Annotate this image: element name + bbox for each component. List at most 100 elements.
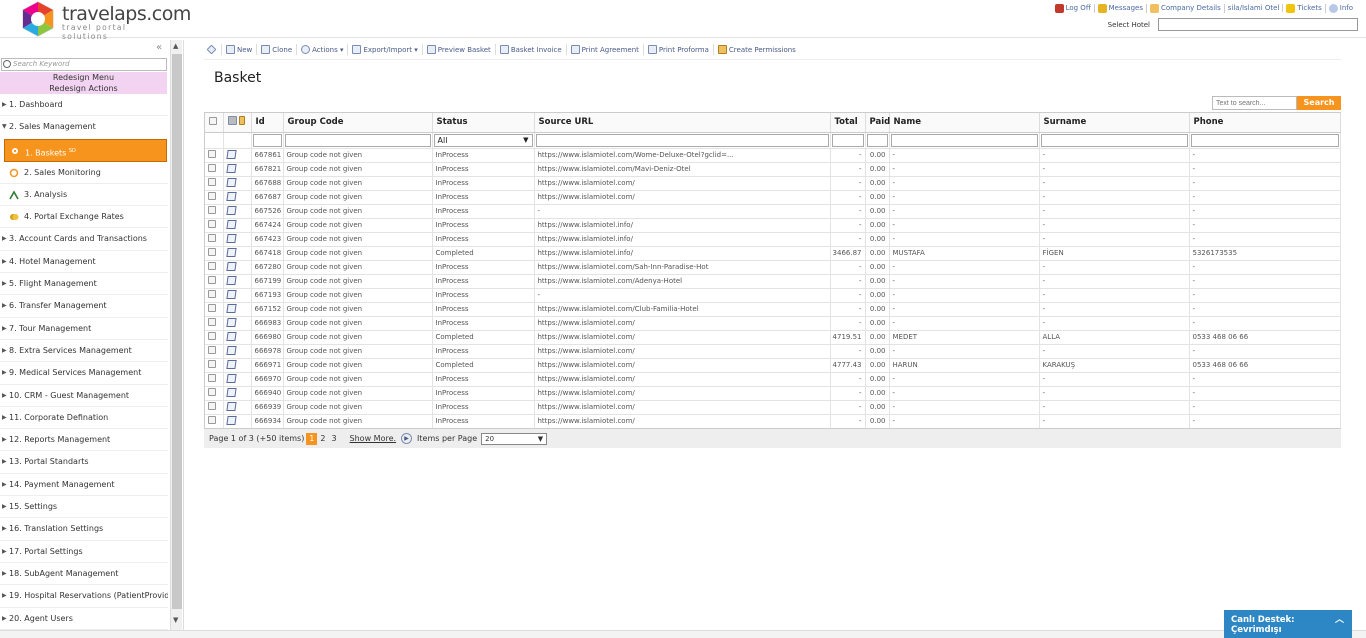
select-all-header[interactable] [205, 113, 224, 133]
sidebar-item-crm[interactable]: ▶ 10. CRM - Guest Management [0, 385, 168, 407]
collapse-sidebar-icon[interactable]: « [156, 42, 162, 53]
row-checkbox[interactable] [208, 388, 216, 396]
print-proforma-button[interactable]: Print Proforma [644, 44, 714, 55]
sidebar-item-transfer-management[interactable]: ▶ 6. Transfer Management [0, 295, 168, 318]
column-header-total[interactable]: Total [830, 113, 866, 133]
row-checkbox[interactable] [208, 150, 216, 158]
select-all-checkbox[interactable] [209, 116, 217, 125]
column-header-source-url[interactable]: Source URL [534, 113, 831, 133]
page-2-button[interactable]: 2 [317, 434, 328, 443]
sidebar-item-account-cards[interactable]: ▶ 3. Account Cards and Transactions [0, 228, 168, 251]
grid-search-input[interactable] [1212, 96, 1297, 110]
edit-icon[interactable] [225, 233, 237, 243]
edit-icon[interactable] [225, 219, 237, 229]
edit-icon[interactable] [225, 149, 237, 159]
edit-icon[interactable] [225, 177, 237, 187]
sidebar-item-medical-services[interactable]: ▶ 9. Medical Services Management [0, 362, 168, 385]
edit-icon[interactable] [225, 331, 237, 341]
redesign-actions-link[interactable]: Redesign Actions [0, 83, 167, 94]
filter-name-input[interactable] [890, 133, 1038, 147]
sidebar-subitem-baskets[interactable]: 1. Baskets SD [4, 138, 167, 162]
filter-source-url-input[interactable] [535, 133, 829, 147]
sidebar-scrollbar[interactable]: ▲ ▼ [170, 40, 182, 630]
search-keyword-input[interactable]: Search Keyword [1, 58, 167, 71]
row-checkbox[interactable] [208, 332, 216, 340]
column-header-status[interactable]: Status [432, 113, 535, 133]
table-row[interactable]: 666934 Group code not given InProcess https… [205, 414, 1341, 429]
print-agreement-button[interactable]: Print Agreement [567, 44, 644, 55]
table-row[interactable]: 667193 Group code not given InProcess - -0.0… [205, 288, 1341, 303]
edit-icon[interactable] [225, 247, 237, 257]
edit-icon[interactable] [225, 303, 237, 313]
edit-icon[interactable] [225, 387, 237, 397]
export-import-button[interactable]: Export/Import ▾ [348, 44, 423, 55]
live-chat-widget[interactable]: Canlı Destek: Çevrimdışı ︿ [1224, 610, 1352, 638]
edit-icon[interactable] [225, 275, 237, 285]
table-row[interactable]: 667688 Group code not given InProcess https… [205, 176, 1341, 191]
row-checkbox[interactable] [208, 248, 216, 256]
row-checkbox[interactable] [208, 318, 216, 326]
row-checkbox[interactable] [208, 164, 216, 172]
sidebar-item-corporate[interactable]: ▶ 11. Corporate Defination [0, 407, 168, 430]
table-row[interactable]: 667424 Group code not given InProcess https… [205, 218, 1341, 233]
new-button[interactable]: New [222, 44, 258, 55]
edit-icon[interactable] [225, 191, 237, 201]
row-checkbox[interactable] [208, 220, 216, 228]
column-header-paid[interactable]: Paid [865, 113, 890, 133]
sidebar-item-tour-management[interactable]: ▶ 7. Tour Management [0, 318, 168, 340]
edit-icon[interactable] [225, 345, 237, 355]
edit-icon[interactable] [225, 289, 237, 299]
chevron-up-icon[interactable]: ︿ [1335, 615, 1344, 625]
filter-total-input[interactable] [831, 133, 864, 147]
edit-icon[interactable] [225, 373, 237, 383]
filter-status-select[interactable]: All ▼ [433, 133, 533, 147]
edit-icon[interactable] [225, 401, 237, 411]
sidebar-item-portal-settings[interactable]: ▶ 17. Portal Settings [0, 541, 168, 563]
edit-icon[interactable] [225, 163, 237, 173]
row-checkbox[interactable] [208, 234, 216, 242]
edit-icon[interactable] [225, 415, 237, 425]
toolbar-home-button[interactable] [204, 44, 222, 55]
table-row[interactable]: 667423 Group code not given InProcess https… [205, 232, 1341, 247]
preview-basket-button[interactable]: Preview Basket [423, 44, 496, 55]
row-checkbox[interactable] [208, 360, 216, 368]
sidebar-item-sales-management[interactable]: ▼ 2. Sales Management [0, 116, 168, 138]
row-checkbox[interactable] [208, 346, 216, 354]
sidebar-subitem-analysis[interactable]: 3. Analysis [0, 184, 168, 207]
table-row[interactable]: 666971 Group code not given Completed https… [205, 358, 1341, 373]
page-1-button[interactable]: 1 [306, 432, 318, 445]
table-row[interactable]: 667861 Group code not given InProcess https… [205, 148, 1341, 163]
company-details-link[interactable]: Company Details [1147, 3, 1225, 13]
table-row[interactable]: 666983 Group code not given InProcess https… [205, 316, 1341, 331]
scroll-thumb[interactable] [172, 54, 182, 609]
sidebar-item-translation[interactable]: ▶ 16. Translation Settings [0, 518, 168, 541]
sidebar-item-payment[interactable]: ▶ 14. Payment Management [0, 474, 168, 497]
sidebar-item-subagent[interactable]: ▶ 18. SubAgent Management [0, 563, 168, 586]
edit-icon[interactable] [225, 317, 237, 327]
table-row[interactable]: 667199 Group code not given InProcess https… [205, 274, 1341, 289]
search-button[interactable]: Search [1297, 96, 1341, 110]
select-hotel-input[interactable] [1158, 18, 1358, 31]
sidebar-subitem-sales-monitoring[interactable]: 2. Sales Monitoring [0, 162, 168, 184]
table-row[interactable]: 666970 Group code not given InProcess https… [205, 372, 1341, 387]
actions-button[interactable]: Actions ▾ [297, 44, 349, 55]
table-row[interactable]: 666980 Group code not given Completed https… [205, 330, 1341, 345]
show-more-link[interactable]: Show More. [350, 434, 397, 443]
filter-surname-input[interactable] [1040, 133, 1188, 147]
filter-phone-input[interactable] [1190, 133, 1339, 147]
table-row[interactable]: 667418 Group code not given Completed https… [205, 246, 1341, 261]
logo[interactable]: travelaps.com travel portal solutions [20, 0, 191, 41]
column-header-phone[interactable]: Phone [1189, 113, 1341, 133]
filter-paid-input[interactable] [866, 133, 888, 147]
filter-group-code-input[interactable] [284, 133, 431, 147]
next-page-icon[interactable]: ▶ [401, 433, 413, 444]
sidebar-item-agent-users[interactable]: ▶ 20. Agent Users [0, 608, 168, 630]
user-link[interactable]: sila/Islami Otel [1225, 4, 1284, 12]
row-checkbox[interactable] [208, 290, 216, 298]
logoff-link[interactable]: Log Off [1052, 3, 1095, 13]
table-row[interactable]: 667526 Group code not given InProcess - -0.0… [205, 204, 1341, 219]
table-row[interactable]: 666939 Group code not given InProcess https… [205, 400, 1341, 415]
scroll-up-icon[interactable]: ▲ [173, 42, 178, 50]
sidebar-item-settings[interactable]: ▶ 15. Settings [0, 496, 168, 519]
sidebar-item-flight-management[interactable]: ▶ 5. Flight Management [0, 273, 168, 296]
